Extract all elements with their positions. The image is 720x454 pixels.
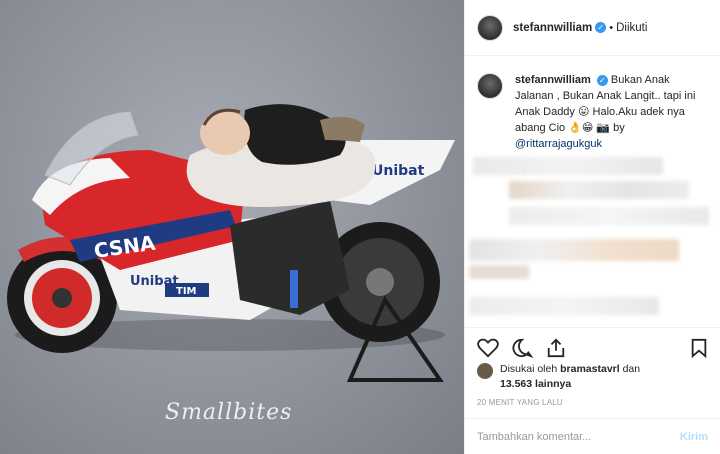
post-header: stefannwilliam ✓ • Diikuti [465,0,720,56]
comment-icon[interactable] [511,338,533,358]
author-username[interactable]: stefannwilliam [513,22,592,34]
likes-prefix: Disukai oleh [500,363,558,375]
post-photo[interactable]: CSNA Unibat TIM Unibat Smallbites [0,0,464,454]
photographer-signature: Smallbites [165,400,293,425]
bookmark-icon[interactable] [690,338,708,358]
svg-text:Unibat: Unibat [372,163,425,179]
likes-summary: Disukai oleh bramastavrl dan 13.563 lain… [477,362,640,392]
caption-author-avatar[interactable] [477,73,503,99]
svg-text:TIM: TIM [176,286,197,297]
post-comment-button[interactable]: Kirim [680,431,708,443]
blurred-comment [509,207,709,225]
follow-status-button[interactable]: Diikuti [616,22,647,34]
blurred-comment [469,297,659,315]
blurred-comment [473,157,663,175]
caption: stefannwilliam ✓ Bukan Anak Jalanan , Bu… [465,57,720,152]
blurred-comment [469,239,679,261]
caption-text: stefannwilliam ✓ Bukan Anak Jalanan , Bu… [515,72,705,152]
comment-input[interactable] [477,430,680,443]
likes-conjunction: dan [622,363,641,375]
post-timestamp[interactable]: 20 MENIT YANG LALU [477,398,563,407]
header-separator: • [609,21,614,34]
heart-icon[interactable] [477,338,499,358]
post-actions [465,327,720,367]
caption-mention-link[interactable]: @rittarrajagukguk [515,138,602,150]
verified-icon: ✓ [595,22,607,33]
post-sidebar: stefannwilliam ✓ • Diikuti stefannwillia… [464,0,720,454]
blurred-comment [509,181,689,199]
blurred-comment [469,265,529,279]
verified-icon: ✓ [596,75,608,86]
liker-avatar[interactable] [477,363,493,379]
author-avatar[interactable] [477,14,503,41]
comments-section: stefannwilliam ✓ Bukan Anak Jalanan , Bu… [465,57,720,327]
likes-count[interactable]: 13.563 lainnya [500,378,571,390]
liker-username[interactable]: bramastavrl [560,363,620,375]
motorcycle-baby-illustration: CSNA Unibat TIM Unibat [7,104,455,382]
caption-username[interactable]: stefannwilliam [515,74,591,86]
share-icon[interactable] [545,338,567,358]
comment-form: Kirim [465,418,720,454]
